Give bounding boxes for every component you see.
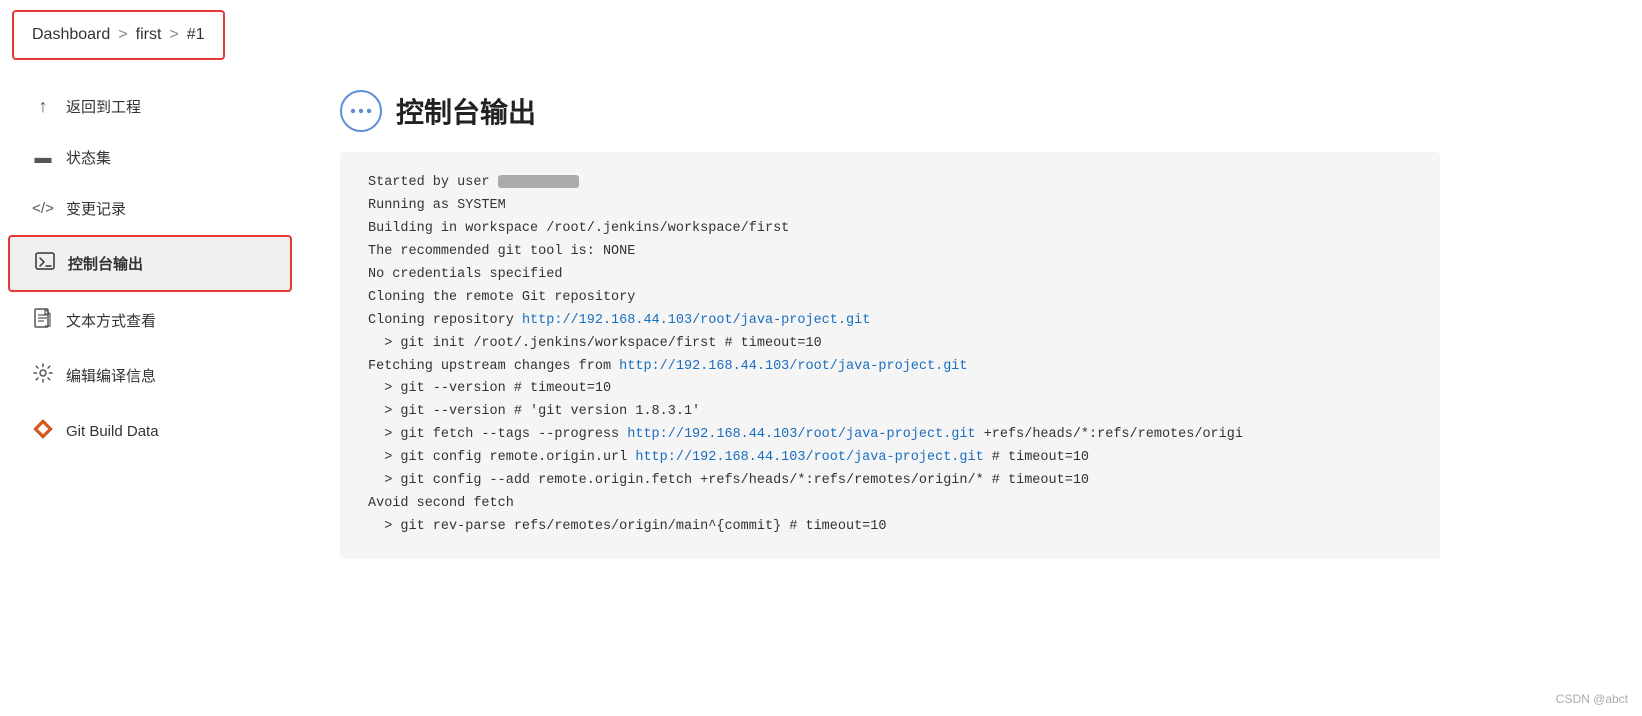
console-line-7: > git init /root/.jenkins/workspace/firs…	[368, 333, 1412, 356]
console-line-0: Started by user	[368, 172, 1412, 195]
breadcrumb-first[interactable]: first	[136, 26, 162, 44]
sidebar-label-changes: 变更记录	[66, 198, 126, 219]
file-icon	[32, 308, 54, 333]
watermark: CSDN @abct	[1556, 692, 1628, 706]
sidebar-item-editbuild[interactable]: 编辑编译信息	[8, 349, 292, 402]
console-line-11: > git fetch --tags --progress http://192…	[368, 424, 1412, 447]
blurred-username	[498, 175, 579, 189]
console-line-14: Avoid second fetch	[368, 493, 1412, 516]
console-line-1: Running as SYSTEM	[368, 195, 1412, 218]
sidebar-item-console[interactable]: 控制台输出	[8, 235, 292, 292]
console-line-8: Fetching upstream changes from http://19…	[368, 356, 1412, 379]
sidebar-label-editbuild: 编辑编译信息	[66, 365, 156, 386]
sidebar-item-back[interactable]: ↑ 返回到工程	[8, 82, 292, 131]
console-line-12: > git config remote.origin.url http://19…	[368, 447, 1412, 470]
breadcrumb-build[interactable]: #1	[187, 26, 205, 44]
main-content: 控制台输出 Started by user Running as SYSTEM …	[300, 70, 1642, 706]
link-config-url[interactable]: http://192.168.44.103/root/java-project.…	[635, 450, 983, 465]
breadcrumb-dashboard[interactable]: Dashboard	[32, 26, 110, 44]
sidebar-item-gitbuild[interactable]: Git Build Data	[8, 404, 292, 459]
terminal-icon	[34, 251, 56, 276]
breadcrumb: Dashboard > first > #1	[12, 10, 225, 60]
doc-icon: ▬	[32, 148, 54, 168]
sidebar: ↑ 返回到工程 ▬ 状态集 </> 变更记录 控制台输出	[0, 70, 300, 706]
diamond-icon	[32, 418, 54, 445]
console-line-15: > git rev-parse refs/remotes/origin/main…	[368, 516, 1412, 539]
sidebar-item-changes[interactable]: </> 变更记录	[8, 184, 292, 233]
console-line-9: > git --version # timeout=10	[368, 378, 1412, 401]
link-fetch-tags[interactable]: http://192.168.44.103/root/java-project.…	[627, 427, 975, 442]
sidebar-label-stages: 状态集	[66, 147, 111, 168]
breadcrumb-sep-2: >	[169, 26, 178, 44]
sidebar-label-back: 返回到工程	[66, 96, 141, 117]
console-output: Started by user Running as SYSTEM Buildi…	[340, 152, 1440, 559]
console-line-4: No credentials specified	[368, 264, 1412, 287]
console-line-10: > git --version # 'git version 1.8.3.1'	[368, 401, 1412, 424]
console-line-5: Cloning the remote Git repository	[368, 287, 1412, 310]
code-icon: </>	[32, 200, 54, 217]
console-line-2: Building in workspace /root/.jenkins/wor…	[368, 218, 1412, 241]
sidebar-label-gitbuild: Git Build Data	[66, 423, 159, 440]
console-title-icon	[340, 90, 382, 132]
sidebar-item-textview[interactable]: 文本方式查看	[8, 294, 292, 347]
sidebar-label-console: 控制台输出	[68, 253, 143, 274]
sidebar-item-stages[interactable]: ▬ 状态集	[8, 133, 292, 182]
console-line-3: The recommended git tool is: NONE	[368, 241, 1412, 264]
page-title: 控制台输出	[396, 91, 536, 131]
sidebar-label-textview: 文本方式查看	[66, 310, 156, 331]
gear-icon	[32, 363, 54, 388]
console-line-13: > git config --add remote.origin.fetch +…	[368, 470, 1412, 493]
link-clone-repo[interactable]: http://192.168.44.103/root/java-project.…	[522, 313, 870, 328]
link-fetch-upstream[interactable]: http://192.168.44.103/root/java-project.…	[619, 359, 967, 374]
arrow-up-icon: ↑	[32, 96, 54, 117]
console-line-6: Cloning repository http://192.168.44.103…	[368, 310, 1412, 333]
page-title-row: 控制台输出	[340, 90, 1602, 132]
breadcrumb-sep-1: >	[118, 26, 127, 44]
